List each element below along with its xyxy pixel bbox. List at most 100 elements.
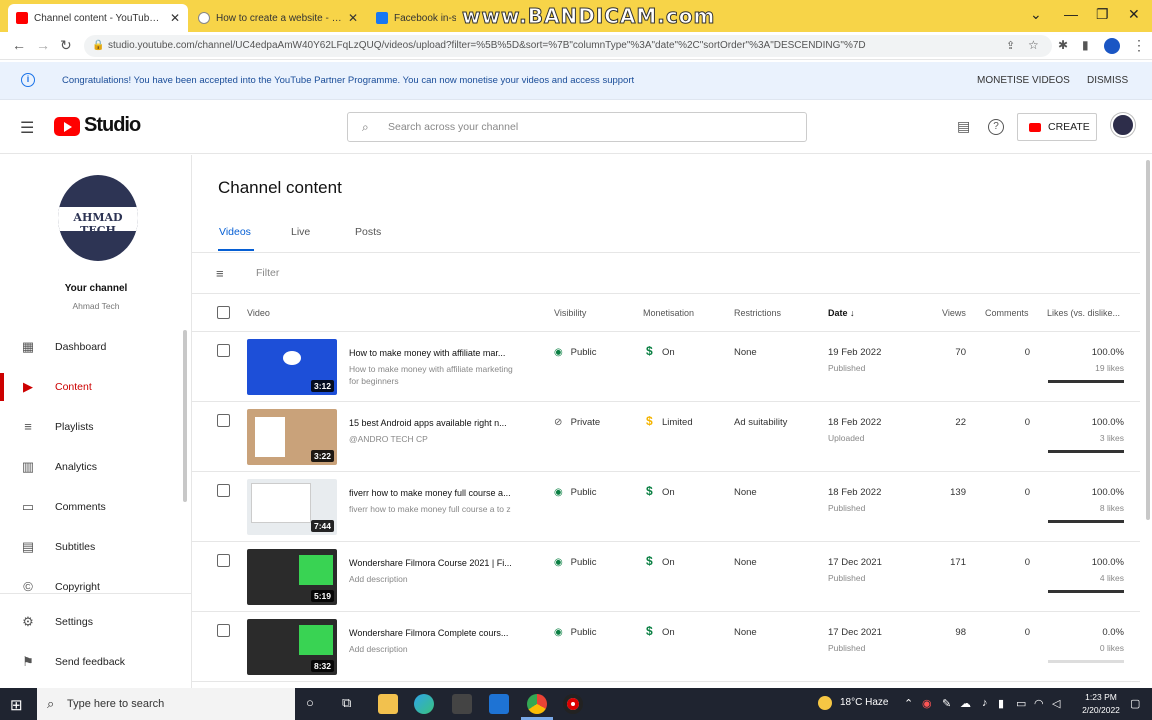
windows-start-icon[interactable]: ⊞ xyxy=(10,696,23,714)
table-row[interactable]: 8:32 Wondershare Filmora Complete cours..… xyxy=(192,612,1140,682)
video-title[interactable]: 15 best Android apps available right n..… xyxy=(349,418,524,428)
browser-tab-facebook[interactable]: Facebook in-stream xyxy=(368,4,464,32)
tray-network-icon[interactable]: ◠ xyxy=(1034,697,1044,710)
column-header-likes[interactable]: Likes (vs. dislike... xyxy=(1047,308,1125,318)
notifications-icon[interactable]: ▢ xyxy=(1130,697,1140,710)
tray-microphone-icon[interactable]: ▮ xyxy=(998,697,1004,710)
close-tab-icon[interactable]: ✕ xyxy=(164,11,180,25)
table-row[interactable]: 3:22 15 best Android apps available right… xyxy=(192,402,1140,472)
sidebar-item-playlists[interactable]: ≡ Playlists xyxy=(0,413,190,441)
video-title[interactable]: fiverr how to make money full course a..… xyxy=(349,488,524,498)
monetisation-cell[interactable]: $ On xyxy=(646,554,675,568)
monetisation-cell[interactable]: $ On xyxy=(646,344,675,358)
video-thumbnail[interactable]: 8:32 xyxy=(247,619,337,675)
close-window-icon[interactable]: ✕ xyxy=(1128,6,1140,23)
filter-input[interactable]: Filter xyxy=(256,267,279,279)
help-icon[interactable]: ? xyxy=(988,119,1004,135)
main-scrollbar[interactable] xyxy=(1146,160,1150,520)
video-thumbnail[interactable]: 5:19 xyxy=(247,549,337,605)
sidebar-item-copyright[interactable]: © Copyright xyxy=(0,573,190,601)
visibility-cell[interactable]: ⊘ Private xyxy=(554,417,600,428)
reading-list-icon[interactable]: ▮ xyxy=(1082,38,1089,52)
back-arrow-icon[interactable]: ← xyxy=(12,37,26,53)
column-header-views[interactable]: Views xyxy=(942,308,966,318)
close-tab-icon[interactable]: ✕ xyxy=(342,11,358,25)
maximize-icon[interactable]: ❐ xyxy=(1096,6,1109,23)
dismiss-button[interactable]: DISMISS xyxy=(1087,75,1128,86)
row-checkbox[interactable] xyxy=(217,554,230,567)
channel-avatar[interactable]: AHMAD TECH xyxy=(58,175,138,261)
cortana-icon[interactable]: ○ xyxy=(306,695,314,710)
address-bar[interactable]: 🔒 studio.youtube.com/channel/UC4edpaAmW4… xyxy=(84,35,1052,57)
monetisation-cell[interactable]: $ Limited xyxy=(646,414,693,428)
youtube-logo-icon[interactable] xyxy=(54,117,80,136)
row-checkbox[interactable] xyxy=(217,484,230,497)
sidebar-item-dashboard[interactable]: ▦ Dashboard xyxy=(0,333,190,361)
sidebar-item-settings[interactable]: ⚙ Settings xyxy=(0,608,190,636)
bookmark-star-icon[interactable]: ☆ xyxy=(1028,38,1039,52)
taskbar-search-input[interactable]: ⌕ Type here to search xyxy=(37,688,295,720)
browser-tab-studio[interactable]: Channel content - YouTube Studio ✕ xyxy=(8,4,188,32)
video-thumbnail[interactable]: 3:22 xyxy=(247,409,337,465)
sidebar-item-subtitles[interactable]: ▤ Subtitles xyxy=(0,533,190,561)
column-header-visibility[interactable]: Visibility xyxy=(554,308,586,318)
video-thumbnail[interactable]: 3:12 xyxy=(247,339,337,395)
share-icon[interactable]: ⇪ xyxy=(1006,39,1015,52)
video-description[interactable]: @ANDRO TECH CP xyxy=(349,433,524,445)
reload-icon[interactable]: ↻ xyxy=(60,37,72,54)
filter-icon[interactable]: ≡ xyxy=(216,266,224,281)
file-explorer-icon[interactable] xyxy=(378,694,398,714)
edge-browser-icon[interactable] xyxy=(414,694,434,714)
tray-record-icon[interactable]: ◉ xyxy=(922,697,932,710)
weather-text[interactable]: 18°C Haze xyxy=(840,697,888,708)
sidebar-item-comments[interactable]: ▭ Comments xyxy=(0,493,190,521)
monetisation-cell[interactable]: $ On xyxy=(646,484,675,498)
tab-posts[interactable]: Posts xyxy=(355,226,381,238)
row-checkbox[interactable] xyxy=(217,414,230,427)
sidebar-item-send-feedback[interactable]: ⚑ Send feedback xyxy=(0,648,190,676)
video-title[interactable]: How to make money with affiliate mar... xyxy=(349,348,524,358)
visibility-cell[interactable]: ◉ Public xyxy=(554,487,597,498)
column-header-monetisation[interactable]: Monetisation xyxy=(643,308,694,318)
account-avatar[interactable] xyxy=(1111,113,1135,137)
video-title[interactable]: Wondershare Filmora Course 2021 | Fi... xyxy=(349,558,524,568)
column-header-comments[interactable]: Comments xyxy=(985,308,1029,318)
visibility-cell[interactable]: ◉ Public xyxy=(554,347,597,358)
mail-icon[interactable] xyxy=(489,694,509,714)
tray-mic-icon[interactable]: ♪ xyxy=(982,697,988,709)
browser-menu-icon[interactable]: ⋮ xyxy=(1132,37,1146,54)
hamburger-menu-icon[interactable]: ☰ xyxy=(20,118,34,138)
video-description[interactable]: fiverr how to make money full course a t… xyxy=(349,503,524,515)
sidebar-item-analytics[interactable]: ▥ Analytics xyxy=(0,453,190,481)
create-button[interactable]: CREATE xyxy=(1017,113,1097,141)
column-header-restrictions[interactable]: Restrictions xyxy=(734,308,781,318)
video-description[interactable]: How to make money with affiliate marketi… xyxy=(349,363,524,387)
profile-avatar-icon[interactable] xyxy=(1104,38,1120,54)
tray-cloud-icon[interactable]: ☁ xyxy=(960,697,971,710)
forward-arrow-icon[interactable]: → xyxy=(36,37,50,53)
table-row[interactable]: 5:19 Wondershare Filmora Course 2021 | Fi… xyxy=(192,542,1140,612)
monetise-videos-button[interactable]: MONETISE VIDEOS xyxy=(977,75,1070,86)
tab-videos[interactable]: Videos xyxy=(219,226,251,238)
bandicam-record-icon[interactable] xyxy=(563,694,583,714)
chrome-icon[interactable] xyxy=(527,694,547,714)
video-description[interactable]: Add description xyxy=(349,643,524,655)
browser-tab-google[interactable]: How to create a website - Google ✕ xyxy=(190,4,366,32)
sidebar-item-content[interactable]: ▶ Content xyxy=(0,373,190,401)
minimize-icon[interactable]: — xyxy=(1064,6,1078,22)
store-icon[interactable] xyxy=(452,694,472,714)
visibility-cell[interactable]: ◉ Public xyxy=(554,627,597,638)
monetisation-cell[interactable]: $ On xyxy=(646,624,675,638)
feedback-message-icon[interactable]: ▤ xyxy=(957,118,970,135)
row-checkbox[interactable] xyxy=(217,624,230,637)
tray-volume-icon[interactable]: ◁ xyxy=(1052,697,1060,710)
video-description[interactable]: Add description xyxy=(349,573,524,585)
sidebar-scrollbar[interactable] xyxy=(183,330,187,502)
table-row[interactable]: 3:12 How to make money with affiliate mar… xyxy=(192,332,1140,402)
tab-search-icon[interactable]: ⌄ xyxy=(1030,6,1042,23)
video-title[interactable]: Wondershare Filmora Complete cours... xyxy=(349,628,524,638)
studio-logo-text[interactable]: Studio xyxy=(84,114,141,137)
taskbar-clock[interactable]: 1:23 PM 2/20/2022 xyxy=(1076,691,1126,717)
column-header-date[interactable]: Date ↓ xyxy=(828,308,855,318)
extensions-icon[interactable]: ✱ xyxy=(1058,38,1068,52)
